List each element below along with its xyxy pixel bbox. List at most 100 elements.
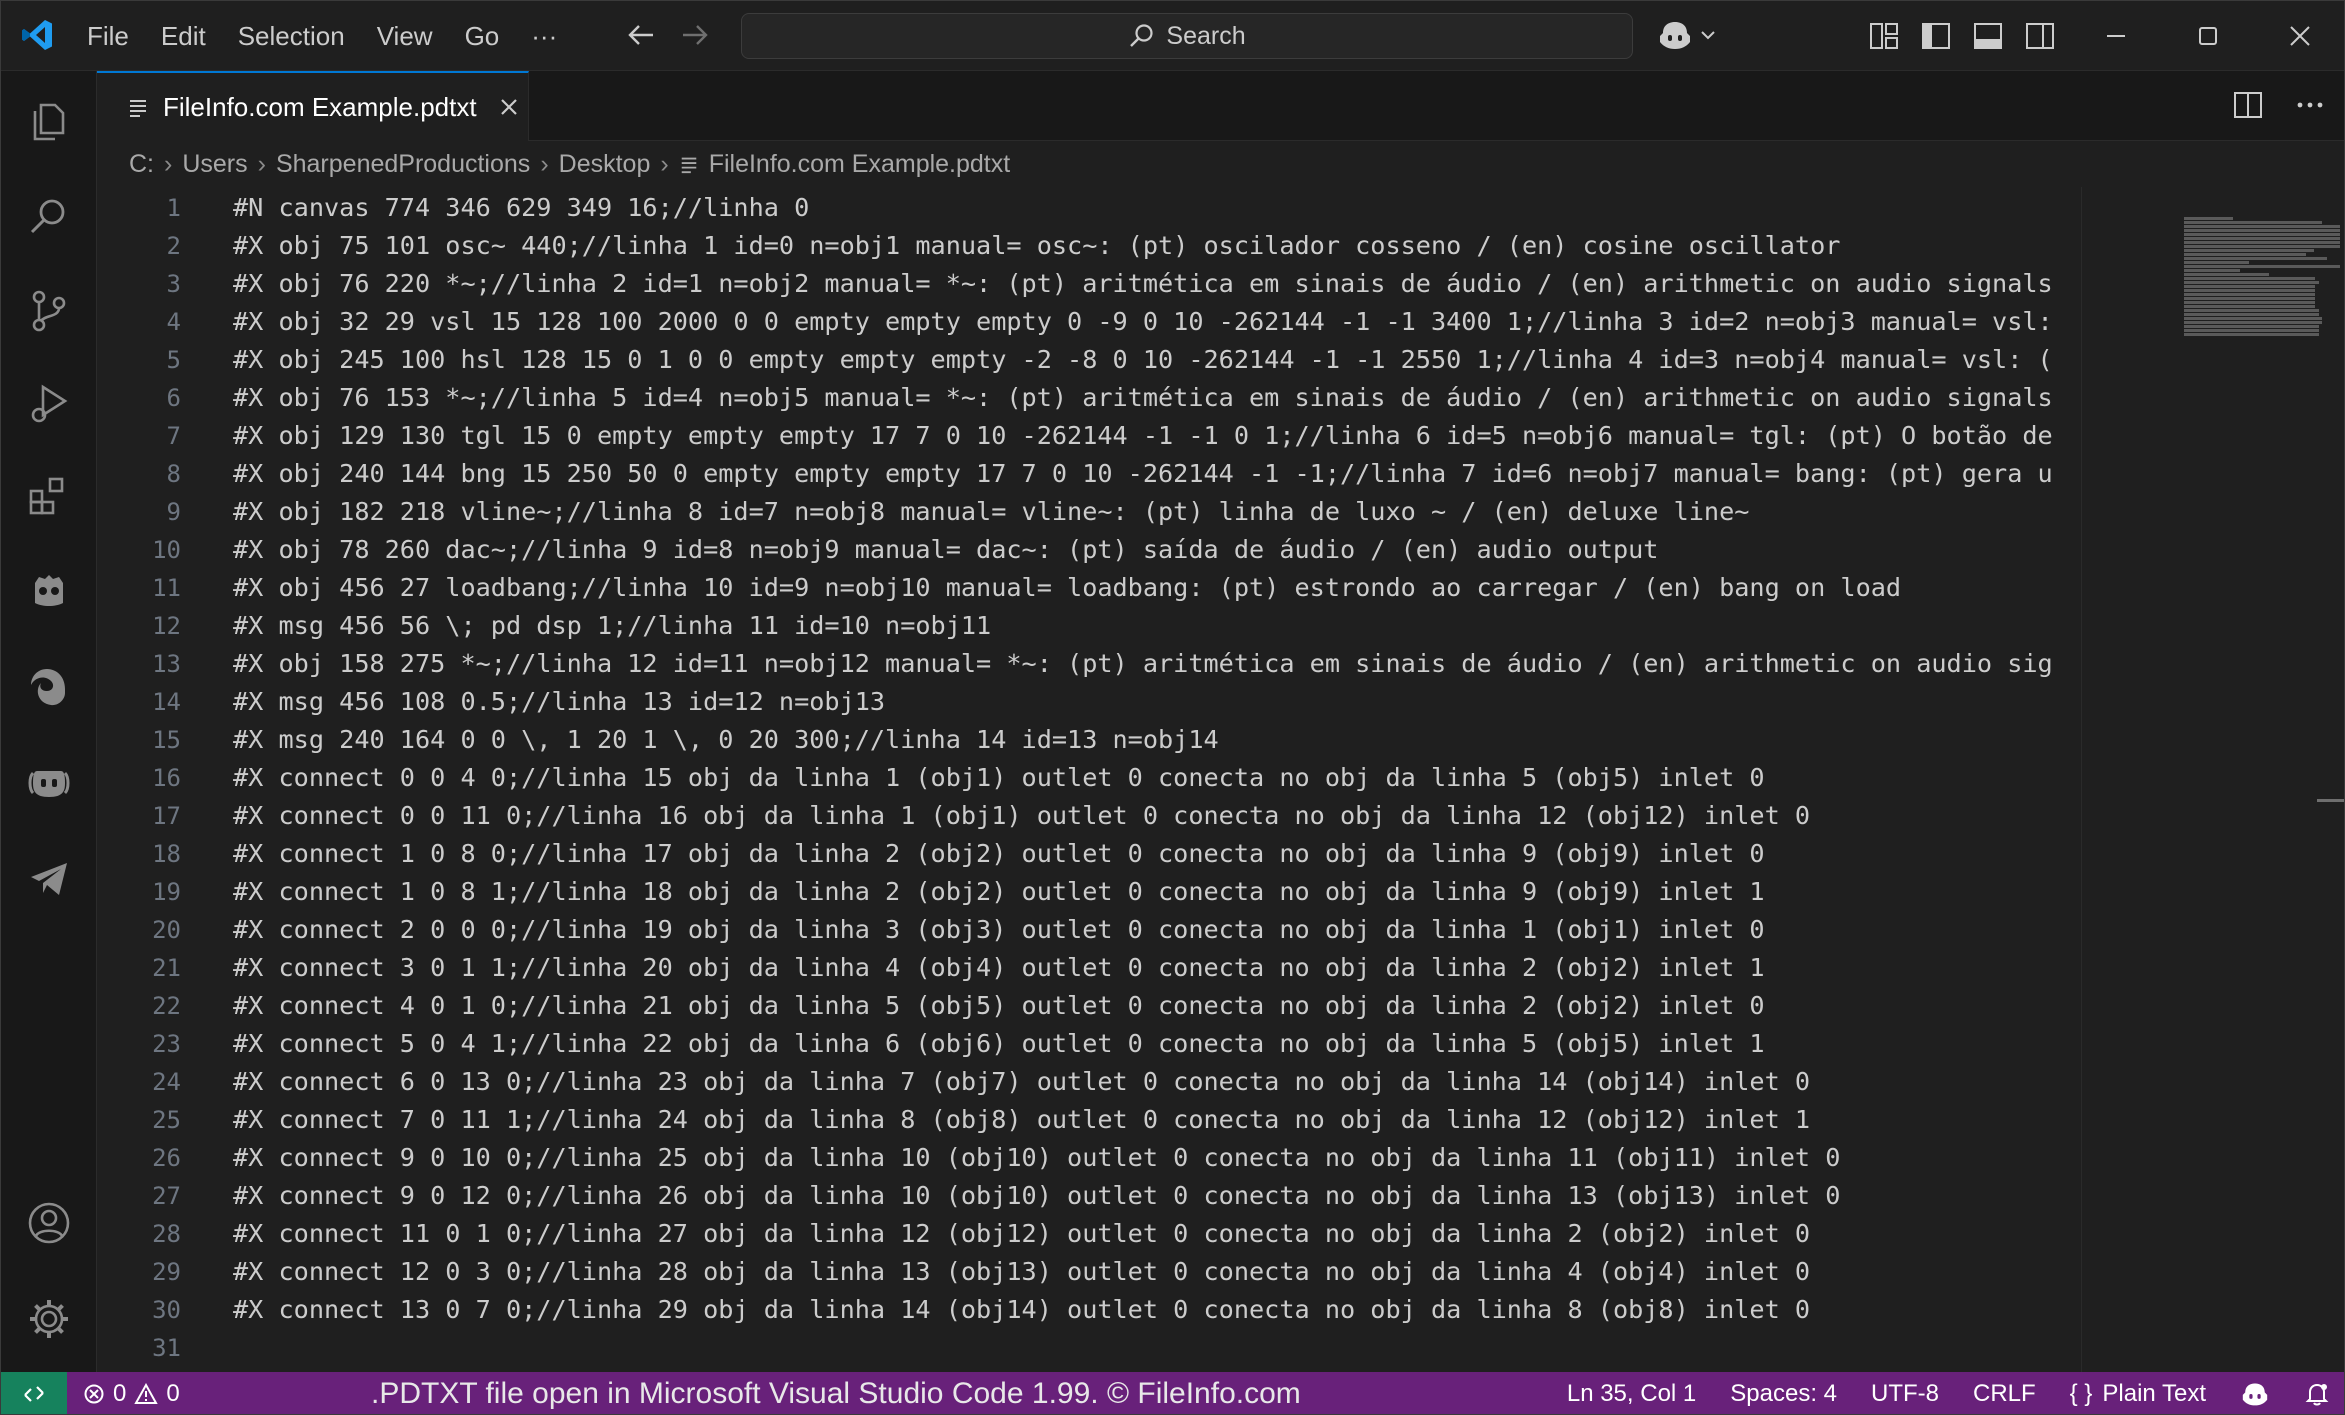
line-content[interactable]: #X obj 75 101 osc~ 440;//linha 1 id=0 n=…	[233, 227, 1840, 265]
arrow-left-icon[interactable]	[623, 17, 659, 53]
activity-explorer[interactable]	[23, 95, 75, 147]
toggle-secondary-sidebar-icon[interactable]	[2023, 19, 2057, 53]
language-label: Plain Text	[2102, 1380, 2206, 1407]
line-content[interactable]: #X connect 13 0 7 0;//linha 29 obj da li…	[233, 1291, 1810, 1329]
line-content[interactable]: #X connect 12 0 3 0;//linha 28 obj da li…	[233, 1253, 1810, 1291]
line-number: 30	[152, 1296, 181, 1324]
breadcrumb-drive[interactable]: C:	[129, 150, 154, 179]
line-content[interactable]: #X obj 78 260 dac~;//linha 9 id=8 n=obj9…	[233, 531, 1658, 569]
activity-edge[interactable]	[23, 661, 75, 713]
line-number: 22	[152, 992, 181, 1020]
arrow-right-icon[interactable]	[677, 17, 713, 53]
breadcrumb-users[interactable]: Users	[182, 150, 247, 179]
remote-indicator[interactable]	[1, 1372, 67, 1414]
toggle-primary-sidebar-icon[interactable]	[1919, 19, 1953, 53]
line-content[interactable]: #X connect 7 0 11 1;//linha 24 obj da li…	[233, 1101, 1810, 1139]
line-number: 20	[152, 916, 181, 944]
line-content[interactable]: #X connect 0 0 11 0;//linha 16 obj da li…	[233, 797, 1810, 835]
line-content[interactable]: #X connect 9 0 10 0;//linha 25 obj da li…	[233, 1139, 1840, 1177]
line-content[interactable]: #X obj 76 220 *~;//linha 2 id=1 n=obj2 m…	[233, 265, 2053, 303]
minimize-icon	[2107, 35, 2125, 37]
line-content[interactable]: #X obj 129 130 tgl 15 0 empty empty empt…	[233, 417, 2053, 455]
activity-run-debug[interactable]	[23, 377, 75, 429]
activity-telegram[interactable]	[23, 853, 75, 905]
line-content[interactable]: #X obj 76 153 *~;//linha 5 id=4 n=obj5 m…	[233, 379, 2053, 417]
line-content[interactable]: #X obj 456 27 loadbang;//linha 10 id=9 n…	[233, 569, 1901, 607]
line-content[interactable]: #N canvas 774 346 629 349 16;//linha 0	[233, 189, 809, 227]
minimap-line	[2184, 277, 2315, 280]
maximize-icon	[2199, 27, 2217, 45]
editor-lines[interactable]: 1 #N canvas 774 346 629 349 16;//linha 0 2…	[97, 187, 2077, 1372]
line-content[interactable]: #X connect 0 0 4 0;//linha 15 obj da lin…	[233, 759, 1765, 797]
close-icon[interactable]	[497, 95, 521, 119]
toggle-panel-icon[interactable]	[1971, 19, 2005, 53]
menu-edit[interactable]: Edit	[145, 1, 222, 71]
minimap-line	[2184, 237, 2340, 240]
file-text-icon	[681, 157, 696, 174]
search-icon	[1130, 24, 1153, 47]
menu-view[interactable]: View	[361, 1, 449, 71]
encoding[interactable]: UTF-8	[1871, 1380, 1939, 1408]
more-actions-icon[interactable]	[2294, 89, 2326, 121]
line-content[interactable]: #X connect 9 0 12 0;//linha 26 obj da li…	[233, 1177, 1840, 1215]
line-content[interactable]: #X obj 158 275 *~;//linha 12 id=11 n=obj…	[233, 645, 2053, 683]
minimap[interactable]	[2081, 187, 2344, 1372]
line-content[interactable]: #X msg 456 56 \; pd dsp 1;//linha 11 id=…	[233, 607, 991, 645]
line-content[interactable]: #X connect 6 0 13 0;//linha 23 obj da li…	[233, 1063, 1810, 1101]
menu-file[interactable]: File	[71, 1, 145, 71]
line-content[interactable]: #X connect 11 0 1 0;//linha 27 obj da li…	[233, 1215, 1810, 1253]
copilot-icon[interactable]	[2240, 1381, 2270, 1407]
line-number: 10	[152, 536, 181, 564]
close-window-button[interactable]	[2254, 1, 2344, 71]
minimap-line	[2184, 305, 2315, 308]
line-number: 7	[166, 422, 181, 450]
activity-manage[interactable]	[23, 1293, 75, 1345]
line-content[interactable]: #X connect 4 0 1 0;//linha 21 obj da lin…	[233, 987, 1765, 1025]
line-content[interactable]: #X connect 1 0 8 1;//linha 18 obj da lin…	[233, 873, 1765, 911]
activity-godot[interactable]	[23, 565, 75, 617]
breadcrumb-desktop[interactable]: Desktop	[559, 150, 651, 179]
problems-indicator[interactable]: 0 0	[83, 1372, 180, 1414]
language-mode[interactable]: { } Plain Text	[2070, 1380, 2206, 1408]
split-editor-icon[interactable]	[2232, 89, 2264, 121]
code-editor[interactable]: 1 #N canvas 774 346 629 349 16;//linha 0 2…	[97, 187, 2344, 1372]
line-content[interactable]: #X connect 2 0 0 0;//linha 19 obj da lin…	[233, 911, 1765, 949]
source-control-icon	[32, 290, 66, 332]
activity-search[interactable]	[23, 191, 75, 243]
line-content[interactable]: #X obj 32 29 vsl 15 128 100 2000 0 0 emp…	[233, 303, 2053, 341]
breadcrumb-separator: ›	[164, 149, 173, 178]
editor-actions	[2232, 89, 2326, 121]
end-of-line[interactable]: CRLF	[1973, 1380, 2036, 1408]
line-number: 5	[166, 346, 181, 374]
cursor-position[interactable]: Ln 35, Col 1	[1567, 1380, 1696, 1408]
minimize-button[interactable]	[2070, 1, 2162, 71]
breadcrumb-user-folder[interactable]: SharpenedProductions	[276, 150, 530, 179]
menu-more[interactable]: ···	[515, 1, 573, 71]
copilot-menu[interactable]	[1657, 19, 1717, 51]
activity-extensions[interactable]	[23, 469, 75, 521]
tab-label: FileInfo.com Example.pdtxt	[163, 91, 477, 122]
breadcrumb-file[interactable]: FileInfo.com Example.pdtxt	[709, 150, 1011, 179]
activity-accounts[interactable]	[23, 1197, 75, 1249]
activity-github-copilot[interactable]	[23, 757, 75, 809]
line-content[interactable]: #X connect 3 0 1 1;//linha 20 obj da lin…	[233, 949, 1765, 987]
line-content[interactable]: #X obj 182 218 vline~;//linha 8 id=7 n=o…	[233, 493, 1749, 531]
line-content[interactable]: #X msg 456 108 0.5;//linha 13 id=12 n=ob…	[233, 683, 885, 721]
minimap-line	[2184, 313, 2319, 316]
command-center-search[interactable]: Search	[741, 13, 1633, 59]
customize-layout-icon[interactable]	[1867, 19, 1901, 53]
line-content[interactable]: #X obj 240 144 bng 15 250 50 0 empty emp…	[233, 455, 2053, 493]
maximize-button[interactable]	[2162, 1, 2254, 71]
menu-go[interactable]: Go	[449, 1, 516, 71]
line-content[interactable]: #X msg 240 164 0 0 \, 1 20 1 \, 0 20 300…	[233, 721, 1219, 759]
tab-fileinfo-example[interactable]: FileInfo.com Example.pdtxt	[97, 71, 529, 141]
line-content[interactable]: #X connect 5 0 4 1;//linha 22 obj da lin…	[233, 1025, 1765, 1063]
bell-icon[interactable]	[2304, 1381, 2330, 1407]
breadcrumb: C: › Users › SharpenedProductions › Desk…	[129, 143, 1010, 185]
indentation[interactable]: Spaces: 4	[1730, 1380, 1837, 1408]
line-content[interactable]: #X connect 1 0 8 0;//linha 17 obj da lin…	[233, 835, 1765, 873]
line-content[interactable]: #X obj 245 100 hsl 128 15 0 1 0 0 empty …	[233, 341, 2053, 379]
menu-selection[interactable]: Selection	[222, 1, 361, 71]
scrollbar-cursor-marker	[2317, 799, 2344, 802]
activity-source-control[interactable]	[23, 285, 75, 337]
